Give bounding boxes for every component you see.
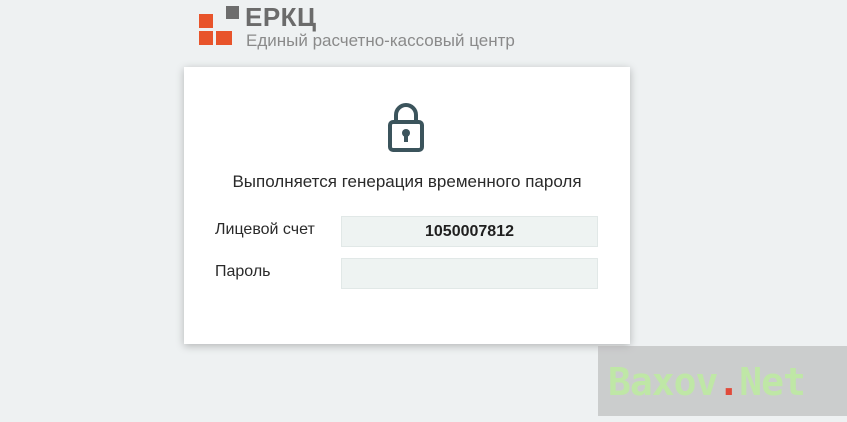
watermark: Baxov.Net: [598, 346, 847, 416]
password-label: Пароль: [215, 263, 271, 280]
logo-mark: [199, 4, 241, 46]
account-value: 1050007812: [425, 223, 514, 240]
logo-square-gray: [226, 6, 239, 19]
logo-square-orange: [216, 31, 232, 45]
logo-square-orange: [199, 31, 213, 45]
account-label: Лицевой счет: [215, 221, 315, 238]
watermark-text: Baxov.Net: [608, 360, 806, 404]
watermark-part1: Baxov: [608, 360, 718, 404]
watermark-part2: Net: [739, 360, 806, 404]
password-generation-card: Выполняется генерация временного пароля …: [184, 67, 630, 344]
lock-icon: [388, 103, 424, 152]
brand-subtitle: Единый расчетно-кассовый центр: [246, 31, 515, 50]
watermark-dot: .: [717, 360, 740, 404]
status-heading: Выполняется генерация временного пароля: [232, 172, 582, 191]
brand-title: ЕРКЦ: [245, 2, 317, 32]
password-field[interactable]: [341, 258, 598, 289]
account-field[interactable]: 1050007812: [341, 216, 598, 247]
logo-square-orange: [199, 14, 213, 28]
